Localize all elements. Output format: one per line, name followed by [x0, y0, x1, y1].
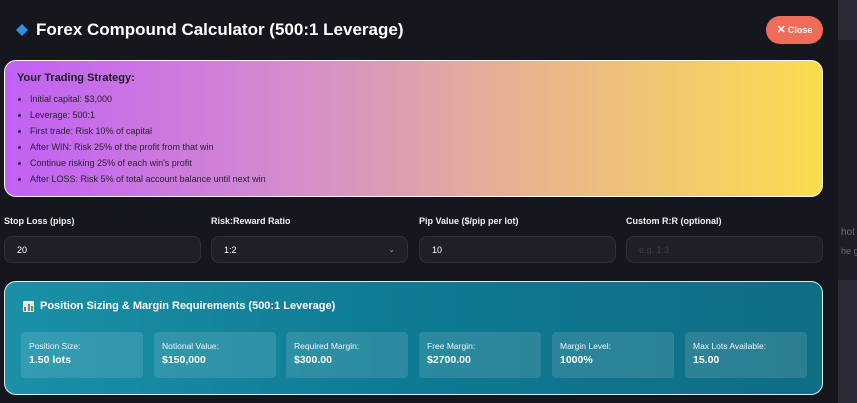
- strategy-item: First trade: Risk 10% of capital: [30, 123, 810, 139]
- metric-position-size: Position Size: 1.50 lots: [21, 332, 143, 378]
- panel-title-group: Position Sizing & Margin Requirements (5…: [23, 300, 335, 312]
- custom-rr-field[interactable]: [639, 244, 810, 255]
- chevron-down-icon: ⌄: [388, 245, 395, 254]
- stop-loss-label: Stop Loss (pips): [4, 216, 75, 226]
- strategy-item: Leverage: 500:1: [30, 107, 810, 123]
- metric-label: Margin Level:: [560, 341, 612, 351]
- risk-reward-value: 1:2: [224, 244, 237, 255]
- close-button[interactable]: ✕ Close: [766, 16, 823, 44]
- stop-loss-field[interactable]: [17, 244, 188, 255]
- metric-value: $300.00: [294, 354, 332, 366]
- modal-title: Forex Compound Calculator (500:1 Leverag…: [36, 20, 404, 39]
- metric-margin-level: Margin Level: 1000%: [552, 332, 674, 378]
- metric-value: $2700.00: [427, 354, 471, 366]
- stop-loss-input[interactable]: [4, 236, 201, 263]
- strategy-title: Your Trading Strategy:: [17, 72, 135, 84]
- metric-value: 1000%: [560, 354, 593, 366]
- bar-chart-icon: [23, 300, 34, 312]
- risk-reward-label: Risk:Reward Ratio: [211, 216, 291, 226]
- metric-label: Notional Value:: [162, 341, 220, 351]
- pip-value-label: Pip Value ($/pip per lot): [419, 216, 519, 226]
- metric-value: 1.50 lots: [29, 354, 72, 366]
- metric-label: Position Size:: [29, 341, 81, 351]
- pip-value-field[interactable]: [432, 244, 603, 255]
- metric-required-margin: Required Margin: $300.00: [286, 332, 408, 378]
- custom-rr-input[interactable]: [626, 236, 823, 263]
- title-group: Forex Compound Calculator (500:1 Leverag…: [16, 20, 403, 40]
- metric-label: Max Lots Available:: [693, 341, 767, 351]
- close-label: Close: [787, 25, 813, 35]
- background-text: hot: [841, 227, 855, 238]
- blue-diamond-icon: [16, 24, 28, 36]
- strategy-item: After LOSS: Risk 5% of total account bal…: [30, 171, 810, 187]
- strategy-item: Continue risking 25% of each win's profi…: [30, 155, 810, 171]
- strategy-item: After WIN: Risk 25% of the profit from t…: [30, 139, 810, 155]
- strategy-card: Your Trading Strategy: Initial capital: …: [4, 60, 823, 197]
- background-text: he g: [841, 246, 857, 256]
- modal-header: Forex Compound Calculator (500:1 Leverag…: [0, 0, 838, 58]
- metric-free-margin: Free Margin: $2700.00: [419, 332, 541, 378]
- metric-label: Free Margin:: [427, 341, 476, 351]
- metric-notional-value: Notional Value: $150,000: [154, 332, 276, 378]
- position-sizing-panel: Position Sizing & Margin Requirements (5…: [4, 281, 823, 395]
- risk-reward-select[interactable]: 1:2 ⌄: [211, 236, 408, 263]
- metric-value: 15.00: [693, 354, 720, 366]
- strategy-list: Initial capital: $3,000 Leverage: 500:1 …: [17, 91, 810, 187]
- metric-value: $150,000: [162, 354, 206, 366]
- panel-title: Position Sizing & Margin Requirements (5…: [40, 300, 336, 312]
- custom-rr-label: Custom R:R (optional): [626, 216, 722, 226]
- close-icon: ✕: [776, 23, 786, 36]
- calculator-modal: Forex Compound Calculator (500:1 Leverag…: [0, 0, 838, 403]
- pip-value-input[interactable]: [419, 236, 616, 263]
- metric-max-lots: Max Lots Available: 15.00: [685, 332, 807, 378]
- strategy-item: Initial capital: $3,000: [30, 91, 810, 107]
- metric-label: Required Margin:: [294, 341, 360, 351]
